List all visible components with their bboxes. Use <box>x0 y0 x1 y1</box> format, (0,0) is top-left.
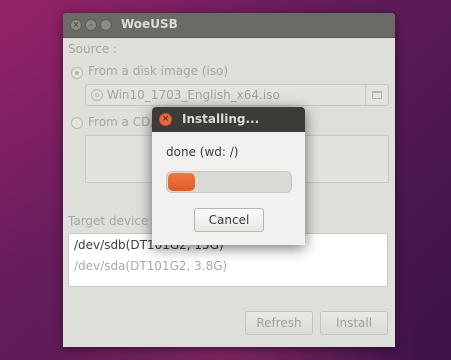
install-progress-fill <box>168 173 195 191</box>
radio-cd-label[interactable]: From a CD/ <box>88 115 154 129</box>
main-window-titlebar[interactable]: × – WoeUSB <box>63 13 395 38</box>
radio-disk-image[interactable] <box>71 67 83 79</box>
window-title: WoeUSB <box>121 17 178 31</box>
install-status-text: done (wd: /) <box>166 145 239 159</box>
radio-cd[interactable] <box>71 117 83 129</box>
target-device-item[interactable]: /dev/sda(DT101G2, 3.8G) <box>74 259 227 273</box>
disc-icon <box>91 89 103 101</box>
browse-button[interactable] <box>365 85 388 105</box>
iso-file-path: Win10_1703_English_x64.iso <box>107 88 280 102</box>
installing-dialog: × Installing... done (wd: /) Cancel <box>152 107 305 245</box>
source-label: Source : <box>68 42 118 56</box>
target-device-label: Target device : <box>68 214 157 228</box>
radio-disk-image-label[interactable]: From a disk image (iso) <box>88 64 228 78</box>
window-maximize-icon[interactable] <box>100 19 112 31</box>
cancel-button[interactable]: Cancel <box>194 208 264 232</box>
dialog-close-icon[interactable]: × <box>159 113 172 126</box>
refresh-button[interactable]: Refresh <box>245 311 313 335</box>
dialog-titlebar[interactable]: × Installing... <box>152 107 305 132</box>
window-minimize-icon[interactable]: – <box>85 19 97 31</box>
folder-icon <box>372 91 382 99</box>
install-button[interactable]: Install <box>320 311 388 335</box>
dialog-title: Installing... <box>182 112 260 126</box>
iso-file-chooser[interactable]: Win10_1703_English_x64.iso <box>85 84 389 106</box>
install-progress-bar <box>166 171 292 193</box>
window-close-icon[interactable]: × <box>70 19 82 31</box>
